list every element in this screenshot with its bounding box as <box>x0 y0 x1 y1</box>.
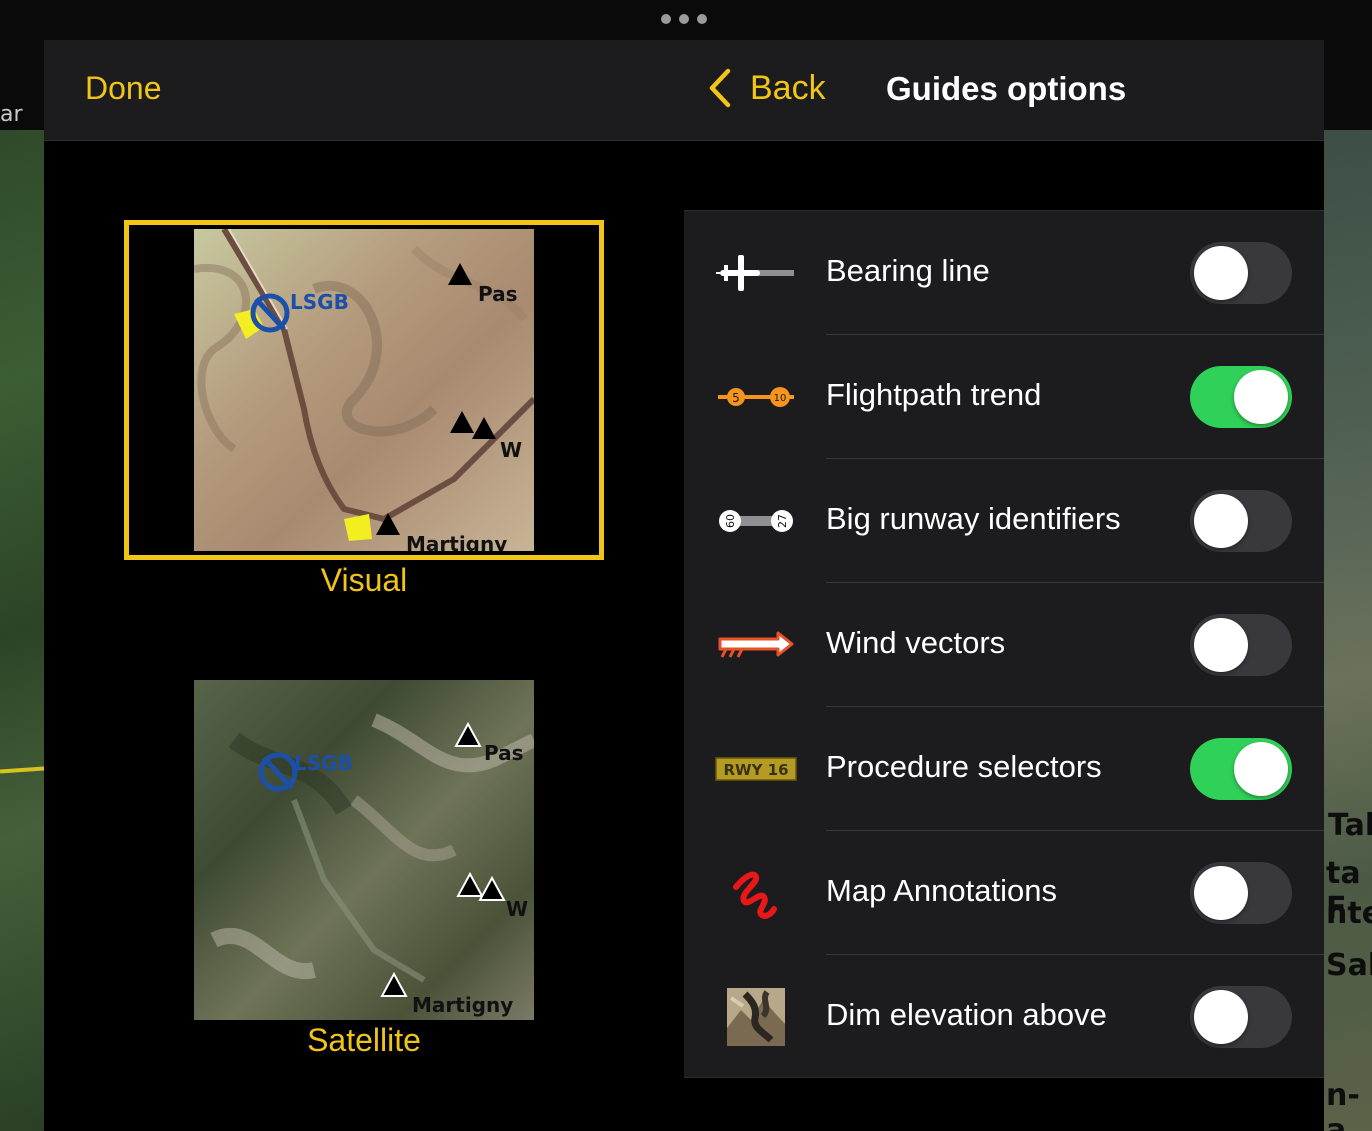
done-button[interactable]: Done <box>85 70 162 107</box>
background-map-label: n-a <box>1326 1078 1360 1131</box>
flightpath-trend-toggle[interactable] <box>1190 366 1292 428</box>
back-button-label: Back <box>750 68 826 107</box>
wind-vectors-toggle[interactable] <box>1190 614 1292 676</box>
procedure-selectors-toggle[interactable] <box>1190 738 1292 800</box>
toggle-knob <box>1194 494 1248 548</box>
dim-elevation-above-toggle[interactable] <box>1190 986 1292 1048</box>
option-label: Bearing line <box>826 253 990 288</box>
guides-options-list: Bearing line 5 10 Flightpath trend 09 27… <box>684 210 1324 1078</box>
option-row-big-runway-identifiers[interactable]: 09 27 Big runway identifiers <box>684 459 1324 583</box>
runway-number: 09 <box>723 514 736 528</box>
option-row-dim-elevation-above[interactable]: Dim elevation above <box>684 955 1324 1079</box>
map-style-label: Visual <box>320 562 408 598</box>
option-row-flightpath-trend[interactable]: 5 10 Flightpath trend <box>684 335 1324 459</box>
sheet-grabber-handle[interactable] <box>661 14 707 24</box>
option-row-wind-vectors[interactable]: Wind vectors <box>684 583 1324 707</box>
option-label: Procedure selectors <box>826 749 1102 784</box>
background-map-label: Sab <box>1326 948 1372 983</box>
toggle-knob <box>1234 370 1288 424</box>
chevron-left-icon <box>709 68 731 108</box>
option-label: Wind vectors <box>826 625 1006 660</box>
map-style-satellite[interactable]: LSGB Pas W Martigny <box>194 680 534 1020</box>
peak-label: Pas <box>484 741 524 765</box>
page-title: Guides options <box>886 70 1127 107</box>
peak-label: W <box>500 438 522 462</box>
flightpath-trend-icon: 5 10 <box>714 365 798 429</box>
back-button[interactable]: Back <box>708 68 826 108</box>
airport-label: LSGB <box>294 751 353 775</box>
navigation-bar: Done Back Guides options <box>44 40 1324 141</box>
runway-identifier-icon: 09 27 <box>714 489 798 553</box>
trend-marker-label: 5 <box>732 391 740 405</box>
option-label: Flightpath trend <box>826 377 1042 412</box>
toggle-knob <box>1194 990 1248 1044</box>
annotation-scribble-icon <box>714 861 798 925</box>
map-style-visual[interactable]: LSGB Pas W Martigny <box>124 220 604 560</box>
option-row-map-annotations[interactable]: Map Annotations <box>684 831 1324 955</box>
airport-label: LSGB <box>290 290 349 314</box>
toggle-knob <box>1234 742 1288 796</box>
option-label: Dim elevation above <box>826 997 1107 1032</box>
peak-label: W <box>506 897 528 921</box>
background-map-left-strip <box>0 130 44 1131</box>
wind-vector-icon <box>714 613 798 677</box>
town-label: Martigny <box>412 993 513 1017</box>
toggle-knob <box>1194 246 1248 300</box>
big-runway-identifiers-toggle[interactable] <box>1190 490 1292 552</box>
option-row-procedure-selectors[interactable]: RWY 16 Procedure selectors <box>684 707 1324 831</box>
visual-map-thumbnail: LSGB Pas W Martigny <box>194 229 534 551</box>
runway-procedure-label: RWY 16 <box>723 761 788 779</box>
procedure-selector-icon: RWY 16 <box>714 737 798 801</box>
toggle-knob <box>1194 866 1248 920</box>
terrain-elevation-icon <box>714 985 798 1049</box>
map-annotations-toggle[interactable] <box>1190 862 1292 924</box>
guides-options-sheet: Done Back Guides options LSGB Pas W Mart… <box>44 40 1324 1131</box>
satellite-map-thumbnail: LSGB Pas W Martigny <box>194 680 534 1020</box>
bearing-line-toggle[interactable] <box>1190 242 1292 304</box>
background-map-label: nte <box>1326 896 1372 931</box>
town-label: Martigny <box>406 532 507 551</box>
option-label: Big runway identifiers <box>826 501 1121 536</box>
option-label: Map Annotations <box>826 873 1057 908</box>
background-text: ar <box>0 102 23 127</box>
runway-number: 27 <box>776 514 789 528</box>
background-map-label: Tal <box>1328 808 1372 843</box>
option-row-bearing-line[interactable]: Bearing line <box>684 211 1324 335</box>
map-style-label: Satellite <box>307 1022 421 1058</box>
trend-marker-label: 10 <box>774 393 787 404</box>
peak-label: Pas <box>478 282 518 306</box>
toggle-knob <box>1194 618 1248 672</box>
bearing-line-icon <box>714 241 798 305</box>
